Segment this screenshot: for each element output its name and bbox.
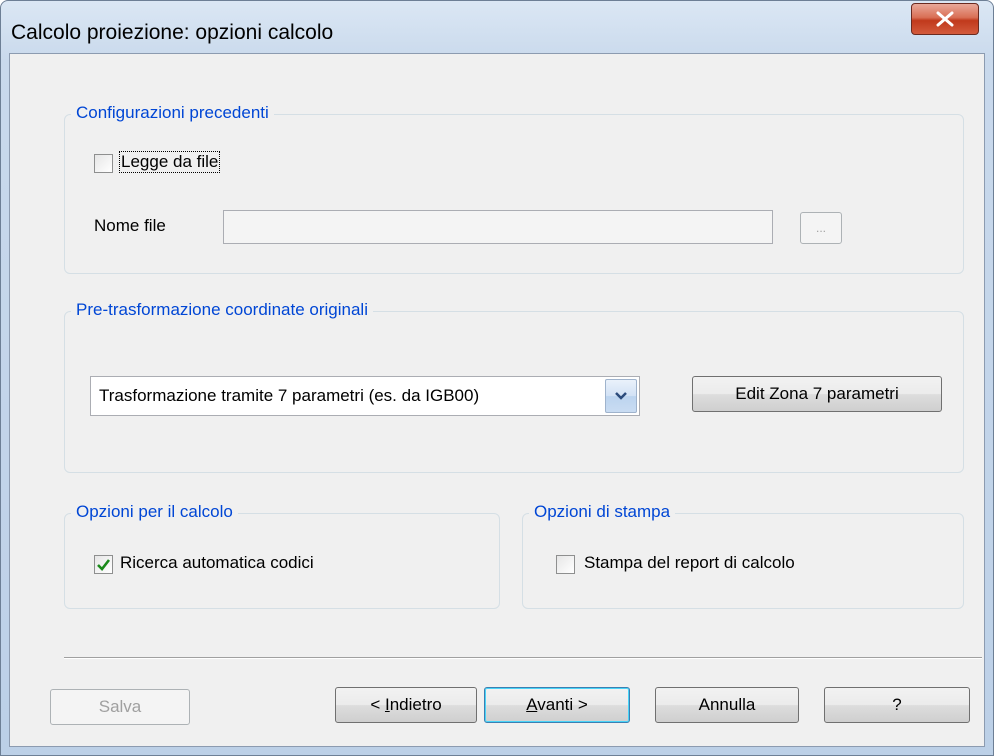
help-button[interactable]: ? — [824, 687, 970, 723]
read-from-file-checkbox[interactable] — [94, 154, 113, 173]
footer-separator — [64, 657, 982, 659]
back-button[interactable]: < Indietro — [335, 687, 477, 723]
help-label: ? — [892, 695, 902, 714]
next-button[interactable]: Avanti > — [484, 687, 630, 723]
previous-config-group: Configurazioni precedenti — [64, 103, 964, 274]
transformation-dropdown-button[interactable] — [605, 379, 637, 413]
close-icon — [936, 11, 954, 27]
auto-search-label[interactable]: Ricerca automatica codici — [120, 553, 314, 573]
chevron-down-icon — [615, 392, 627, 400]
browse-file-label: ... — [815, 221, 826, 235]
previous-config-legend: Configurazioni precedenti — [71, 103, 274, 123]
file-name-label: Nome file — [94, 216, 166, 235]
read-from-file-label[interactable]: Legge da file — [118, 151, 221, 173]
edit-zone-button[interactable]: Edit Zona 7 parametri — [692, 376, 942, 412]
check-mark-icon — [97, 559, 111, 571]
cancel-label: Annulla — [698, 695, 756, 714]
print-report-label[interactable]: Stampa del report di calcolo — [584, 553, 795, 573]
print-options-legend: Opzioni di stampa — [529, 502, 676, 522]
browse-file-button[interactable]: ... — [800, 212, 842, 244]
calc-options-legend: Opzioni per il calcolo — [71, 502, 238, 522]
edit-zone-label: Edit Zona 7 parametri — [735, 384, 899, 403]
transformation-selected-value: Trasformazione tramite 7 parametri (es. … — [99, 386, 480, 405]
save-label: Salva — [98, 697, 142, 716]
dialog-client-area: Configurazioni precedenti Legge da file … — [9, 53, 985, 747]
window-title: Calcolo proiezione: opzioni calcolo — [11, 21, 334, 44]
file-name-field[interactable] — [223, 210, 773, 244]
back-label: < Indietro — [370, 695, 442, 714]
transformation-select[interactable]: Trasformazione tramite 7 parametri (es. … — [90, 376, 640, 416]
auto-search-checkbox[interactable] — [94, 555, 113, 574]
save-button[interactable]: Salva — [50, 689, 190, 725]
next-label: Avanti > — [526, 695, 588, 714]
dialog-window: Calcolo proiezione: opzioni calcolo Conf… — [0, 0, 994, 756]
pretransform-legend: Pre-trasformazione coordinate originali — [71, 300, 373, 320]
title-bar[interactable]: Calcolo proiezione: opzioni calcolo — [1, 1, 993, 53]
close-button[interactable] — [911, 3, 979, 35]
print-report-checkbox[interactable] — [556, 555, 575, 574]
cancel-button[interactable]: Annulla — [655, 687, 799, 723]
